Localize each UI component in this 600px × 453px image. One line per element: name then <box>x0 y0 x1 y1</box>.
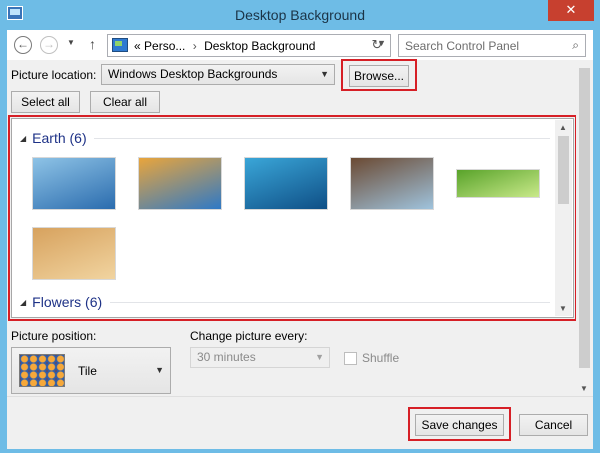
window-frame-right <box>593 30 600 453</box>
up-level-button[interactable]: ↑ <box>89 36 96 52</box>
change-picture-select[interactable]: 30 minutes ▼ <box>190 347 330 368</box>
window-frame-bottom <box>0 449 600 453</box>
control-panel-icon <box>112 38 128 52</box>
search-icon[interactable]: ⌕ <box>572 38 579 53</box>
breadcrumb-overflow[interactable]: « <box>134 39 141 53</box>
cancel-button[interactable]: Cancel <box>519 414 588 436</box>
chevron-down-icon: ▼ <box>315 352 324 362</box>
picture-position-select[interactable]: Tile ▼ <box>11 347 171 394</box>
tile-preview-icon <box>19 354 65 387</box>
scroll-down-icon[interactable]: ▼ <box>580 384 588 393</box>
chevron-down-icon: ▼ <box>155 365 164 375</box>
address-bar[interactable]: « Perso... › Desktop Background ▼ <box>107 34 391 57</box>
picture-location-label: Picture location: <box>11 68 97 82</box>
change-picture-value: 30 minutes <box>197 350 256 364</box>
select-all-button[interactable]: Select all <box>11 91 80 113</box>
shuffle-label: Shuffle <box>362 351 400 365</box>
checkbox-icon[interactable] <box>344 351 357 365</box>
window-title: Desktop Background <box>235 7 365 23</box>
breadcrumb-separator: › <box>192 39 197 53</box>
chevron-down-icon: ▼ <box>320 69 329 79</box>
close-button[interactable]: ✕ <box>548 0 594 21</box>
search-placeholder: Search Control Panel <box>405 39 520 53</box>
breadcrumb-item-desktop-background[interactable]: Desktop Background <box>204 39 315 53</box>
main-content: Picture location: Windows Desktop Backgr… <box>7 59 577 396</box>
breadcrumb-item-personalization[interactable]: Perso... <box>144 39 185 53</box>
refresh-button[interactable]: ↻ <box>365 35 389 56</box>
forward-button[interactable]: → <box>40 36 58 54</box>
picture-location-value: Windows Desktop Backgrounds <box>108 67 278 81</box>
search-input[interactable]: Search Control Panel ⌕ <box>398 34 586 57</box>
shuffle-checkbox[interactable]: Shuffle <box>344 351 399 365</box>
scroll-thumb[interactable] <box>579 68 590 368</box>
navigation-bar: ← → ▼ ↑ « Perso... › Desktop Background … <box>7 30 593 60</box>
browse-highlight <box>341 59 417 91</box>
recent-locations-icon[interactable]: ▼ <box>67 38 75 47</box>
gallery-highlight <box>8 115 577 321</box>
breadcrumb: « Perso... › Desktop Background <box>134 39 315 53</box>
change-picture-label: Change picture every: <box>190 329 308 343</box>
picture-location-select[interactable]: Windows Desktop Backgrounds ▼ <box>101 64 335 85</box>
dialog-footer: Save changes Cancel <box>7 396 593 449</box>
window-frame-left <box>0 30 7 453</box>
clear-all-button[interactable]: Clear all <box>90 91 160 113</box>
window-scrollbar[interactable]: ▼ <box>576 60 593 396</box>
picture-position-label: Picture position: <box>11 329 97 343</box>
save-highlight <box>408 407 511 441</box>
back-button[interactable]: ← <box>14 36 32 54</box>
picture-position-value: Tile <box>78 364 97 378</box>
